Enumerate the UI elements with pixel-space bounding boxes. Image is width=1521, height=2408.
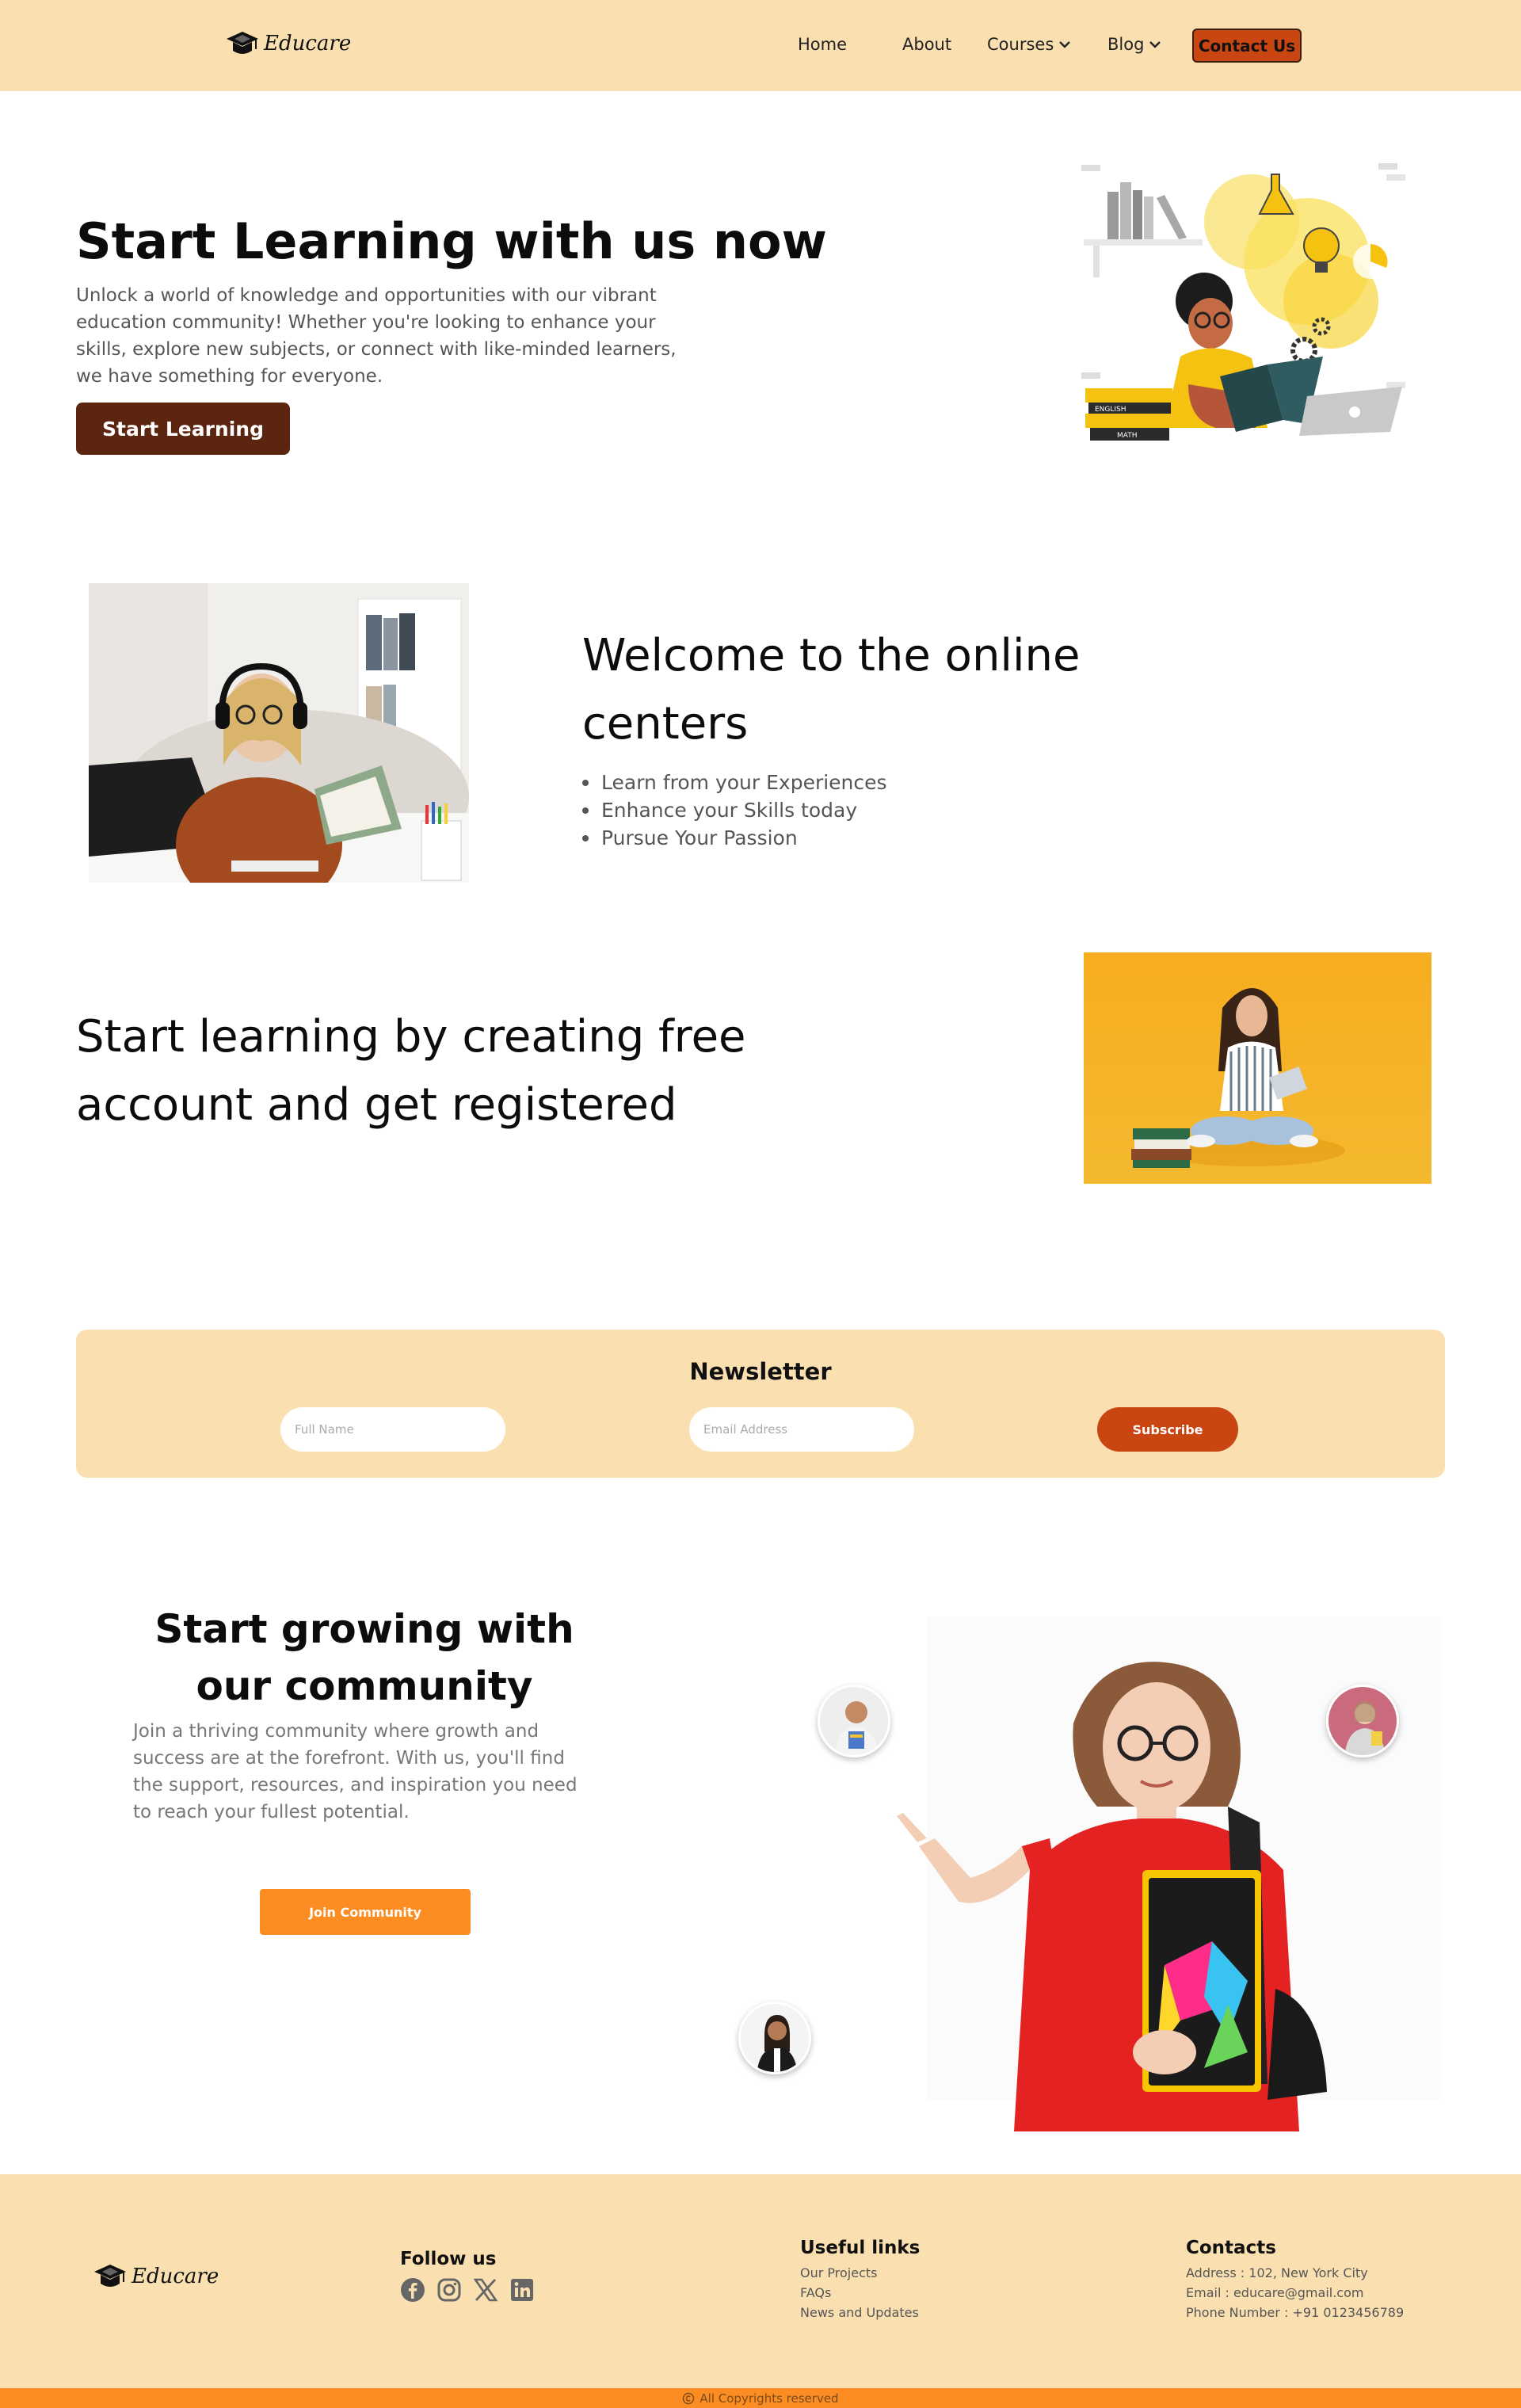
hero-illustration: ENGLISH MATH xyxy=(1081,163,1405,441)
community-avatar xyxy=(1326,1685,1399,1757)
hero-description: Unlock a world of knowledge and opportun… xyxy=(76,285,677,387)
community-description: Join a thriving community where growth a… xyxy=(133,1721,578,1822)
list-item: Pursue Your Passion xyxy=(582,824,887,852)
student-yellow-graphic xyxy=(1084,952,1431,1184)
nav-blog-label: Blog xyxy=(1107,35,1145,54)
book-label-english: ENGLISH xyxy=(1095,406,1126,414)
list-item: Learn from your Experiences xyxy=(582,769,887,796)
useful-links-heading: Useful links xyxy=(800,2238,921,2258)
nav-home[interactable]: Home xyxy=(798,35,847,54)
nav-courses-label: Courses xyxy=(987,35,1054,54)
brand-name: Educare xyxy=(264,32,352,55)
copyright-icon xyxy=(683,2392,695,2404)
community-avatar xyxy=(818,1685,890,1757)
student-photo-graphic xyxy=(89,583,469,883)
footer: Educare Follow us Useful links Our Proje… xyxy=(0,2174,1521,2388)
student-with-headphones-photo xyxy=(89,583,469,883)
hero-title: Start Learning with us now xyxy=(76,212,827,270)
contact-us-button[interactable]: Contact Us xyxy=(1192,29,1302,63)
start-learning-button[interactable]: Start Learning xyxy=(76,403,290,455)
community-title: Start growing with our community xyxy=(154,1606,574,1709)
chevron-down-icon xyxy=(1149,41,1161,48)
register-title: Start learning by creating free account … xyxy=(76,1011,746,1131)
graduation-cap-icon xyxy=(94,2265,126,2287)
copyright-text: All Copyrights reserved xyxy=(700,2391,839,2406)
top-navbar: Educare Home About Courses Blog Contact … xyxy=(0,0,1521,91)
join-community-button[interactable]: Join Community xyxy=(260,1889,471,1935)
footer-link-our-projects[interactable]: Our Projects xyxy=(800,2265,877,2280)
newsletter-title: Newsletter xyxy=(689,1358,832,1385)
follow-us-heading: Follow us xyxy=(400,2249,497,2269)
linkedin-icon[interactable] xyxy=(509,2277,535,2303)
nav-about[interactable]: About xyxy=(902,35,951,54)
email-address-input[interactable] xyxy=(689,1407,914,1452)
list-item: Enhance your Skills today xyxy=(582,796,887,824)
footer-brand-logo[interactable]: Educare xyxy=(93,2261,219,2292)
full-name-input[interactable] xyxy=(280,1407,505,1452)
newsletter-section: Newsletter Subscribe xyxy=(76,1330,1445,1478)
facebook-icon[interactable] xyxy=(400,2277,425,2303)
book-label-math: MATH xyxy=(1117,432,1138,440)
nav-blog-dropdown[interactable]: Blog xyxy=(1107,35,1161,54)
copyright-bar: All Copyrights reserved xyxy=(0,2388,1521,2408)
contact-address: Address : 102, New York City xyxy=(1186,2265,1368,2280)
student-on-yellow-photo xyxy=(1084,952,1431,1184)
footer-brand-name: Educare xyxy=(132,2265,219,2288)
subscribe-button[interactable]: Subscribe xyxy=(1097,1407,1238,1452)
graduation-cap-icon xyxy=(227,32,258,54)
x-icon[interactable] xyxy=(473,2277,498,2303)
footer-link-news-updates[interactable]: News and Updates xyxy=(800,2305,919,2320)
contacts-heading: Contacts xyxy=(1186,2238,1276,2258)
welcome-bullet-list: Learn from your Experiences Enhance your… xyxy=(582,769,887,852)
nav-courses-dropdown[interactable]: Courses xyxy=(987,35,1071,54)
contact-phone: Phone Number : +91 0123456789 xyxy=(1186,2305,1405,2320)
chevron-down-icon xyxy=(1059,41,1071,48)
welcome-title: Welcome to the online centers xyxy=(582,630,1081,750)
instagram-icon[interactable] xyxy=(436,2277,462,2303)
contact-email: Email : educare@gmail.com xyxy=(1186,2285,1364,2300)
community-avatar xyxy=(738,2002,811,2074)
footer-link-faqs[interactable]: FAQs xyxy=(800,2285,831,2300)
brand-logo[interactable]: Educare xyxy=(226,29,351,59)
